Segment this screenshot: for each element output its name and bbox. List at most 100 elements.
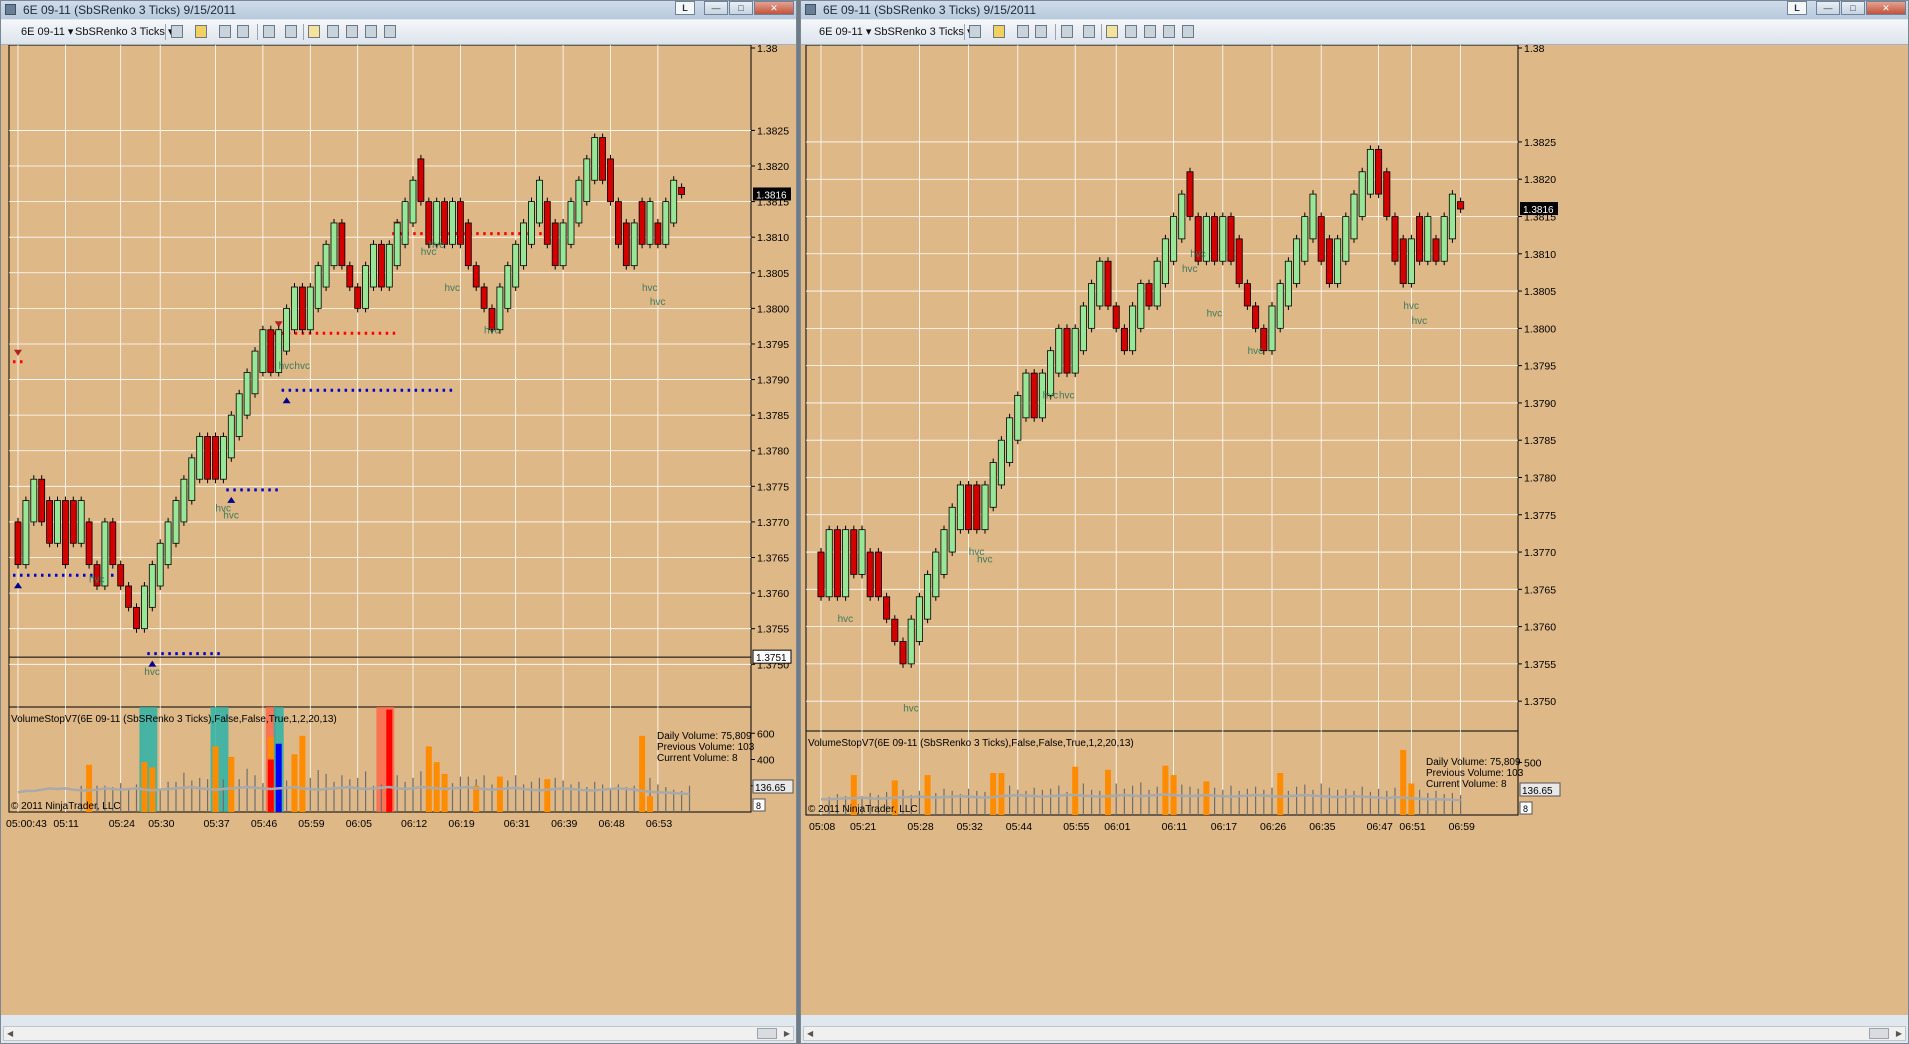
crosshair-icon[interactable] [1061, 25, 1073, 38]
time-axis-label: 06:59 [1449, 821, 1475, 833]
down-candle [615, 201, 622, 245]
screenshot-icon[interactable] [346, 25, 358, 38]
price-chart-area[interactable]: 1.38 1.3825 1.3820 1.3815 1.3810 1.3805 1.3800… [1, 45, 796, 1015]
up-candle [858, 529, 866, 575]
time-axis-label: 05:55 [1063, 821, 1089, 833]
email-icon[interactable] [365, 25, 377, 38]
high-volume-bar [441, 773, 448, 812]
hvc-label: hvc [279, 361, 295, 372]
hvc-label: hvc [223, 511, 239, 522]
strategies-icon[interactable] [1035, 25, 1047, 38]
close-icon[interactable]: ✕ [1866, 1, 1906, 15]
price-axis-label: 1.3755 [757, 624, 789, 636]
instrument-selector[interactable]: 6E 09-11 ▾ [21, 24, 73, 40]
data-box-icon[interactable] [308, 25, 320, 38]
price-axis-label: 1.3810 [757, 232, 789, 244]
down-candle [85, 521, 93, 566]
chart-style-icon[interactable] [171, 25, 183, 38]
high-volume-bar [212, 746, 219, 812]
maximize-icon[interactable]: □ [1841, 1, 1865, 15]
minimize-icon[interactable]: — [704, 1, 728, 15]
up-candle [401, 201, 409, 245]
time-axis-label: 06:11 [1162, 821, 1188, 833]
up-candle [180, 478, 188, 523]
hvc-label: hvc [484, 325, 500, 336]
window-title: 6E 09-11 (SbSRenko 3 Ticks) 9/15/2011 [23, 3, 237, 17]
maximize-icon[interactable]: □ [729, 1, 753, 15]
up-candle [842, 529, 850, 598]
horizontal-scrollbar[interactable]: ◀ ▶ [3, 1026, 794, 1041]
chart-window-right: 6E 09-11 (SbSRenko 3 Ticks) 9/15/2011 L … [800, 0, 1909, 1044]
time-axis-label: 06:26 [1260, 821, 1286, 833]
chevron-down-icon: ▾ [865, 26, 872, 38]
close-icon[interactable]: ✕ [754, 1, 794, 15]
up-candle [1309, 193, 1317, 240]
chart-style-icon[interactable] [969, 25, 981, 38]
hvc-label: hvc [1182, 264, 1198, 275]
time-axis-label: 06:53 [646, 818, 672, 830]
link-badge[interactable]: L [675, 1, 695, 15]
up-candle [646, 201, 654, 245]
bar-type-selector[interactable]: SbSRenko 3 Ticks ▾ [75, 24, 173, 40]
hvc-label: hvc [1190, 249, 1206, 260]
volume-axis-label: 600 [757, 728, 775, 740]
price-axis-label: 1.3820 [757, 161, 789, 173]
screenshot-icon[interactable] [1144, 25, 1156, 38]
up-candle [528, 201, 535, 245]
copyright-text: © 2011 NinjaTrader, LLC [808, 804, 918, 815]
up-candle [1407, 238, 1415, 285]
window-titlebar[interactable]: 6E 09-11 (SbSRenko 3 Ticks) 9/15/2011 L … [1, 1, 796, 19]
price-axis-label: 1.3810 [1524, 249, 1556, 261]
high-volume-bar [228, 756, 235, 812]
properties-icon[interactable] [384, 25, 396, 38]
down-candle [1030, 372, 1038, 419]
drawing-tool-icon[interactable] [993, 25, 1005, 38]
copyright-text: © 2011 NinjaTrader, LLC [11, 801, 121, 812]
drawing-tool-icon[interactable] [195, 25, 207, 38]
down-candle [1325, 238, 1333, 285]
window-title: 6E 09-11 (SbSRenko 3 Ticks) 9/15/2011 [823, 3, 1037, 17]
chart-trader-icon[interactable] [1125, 25, 1137, 38]
volume-average-line [17, 785, 690, 796]
time-axis-label: 05:32 [957, 821, 983, 833]
up-candle [219, 436, 227, 480]
zoom-icon[interactable] [1083, 25, 1095, 38]
up-candle [504, 265, 512, 309]
link-badge[interactable]: L [1787, 1, 1807, 15]
crosshair-icon[interactable] [263, 25, 275, 38]
scroll-right-icon[interactable]: ▶ [1896, 1029, 1902, 1038]
price-axis-label: 1.3780 [757, 446, 789, 458]
properties-icon[interactable] [1182, 25, 1194, 38]
strategies-icon[interactable] [237, 25, 249, 38]
up-candle [283, 307, 291, 352]
indicators-icon[interactable] [219, 25, 231, 38]
instrument-selector[interactable]: 6E 09-11 ▾ [819, 24, 871, 40]
down-candle [1186, 171, 1194, 217]
down-candle [425, 201, 433, 245]
scroll-right-icon[interactable]: ▶ [784, 1029, 790, 1038]
high-volume-bar [141, 762, 148, 812]
scrollbar-thumb[interactable] [757, 1028, 777, 1039]
chart-trader-icon[interactable] [327, 25, 339, 38]
scroll-left-icon[interactable]: ◀ [807, 1029, 813, 1038]
zoom-icon[interactable] [285, 25, 297, 38]
price-chart-area[interactable]: 1.38 1.3825 1.3820 1.3815 1.3810 1.3805 1.3800… [801, 45, 1908, 1015]
down-candle [1104, 260, 1112, 307]
horizontal-scrollbar[interactable]: ◀ ▶ [803, 1026, 1906, 1041]
price-axis-label: 1.3785 [757, 410, 789, 422]
up-candle [567, 201, 575, 245]
hvc-label: hvc [642, 283, 658, 294]
data-box-icon[interactable] [1106, 25, 1118, 38]
high-volume-bar [1162, 765, 1169, 815]
scroll-left-icon[interactable]: ◀ [7, 1029, 13, 1038]
down-candle [1227, 216, 1235, 262]
minimize-icon[interactable]: — [1816, 1, 1840, 15]
indicators-icon[interactable] [1017, 25, 1029, 38]
scrollbar-thumb[interactable] [1869, 1028, 1889, 1039]
high-volume-bar [544, 779, 551, 812]
buy-arrow-icon [282, 397, 291, 404]
window-titlebar[interactable]: 6E 09-11 (SbSRenko 3 Ticks) 9/15/2011 L … [801, 1, 1908, 19]
email-icon[interactable] [1163, 25, 1175, 38]
bar-type-selector[interactable]: SbSRenko 3 Ticks ▾ [874, 24, 972, 40]
up-candle [1178, 193, 1186, 240]
